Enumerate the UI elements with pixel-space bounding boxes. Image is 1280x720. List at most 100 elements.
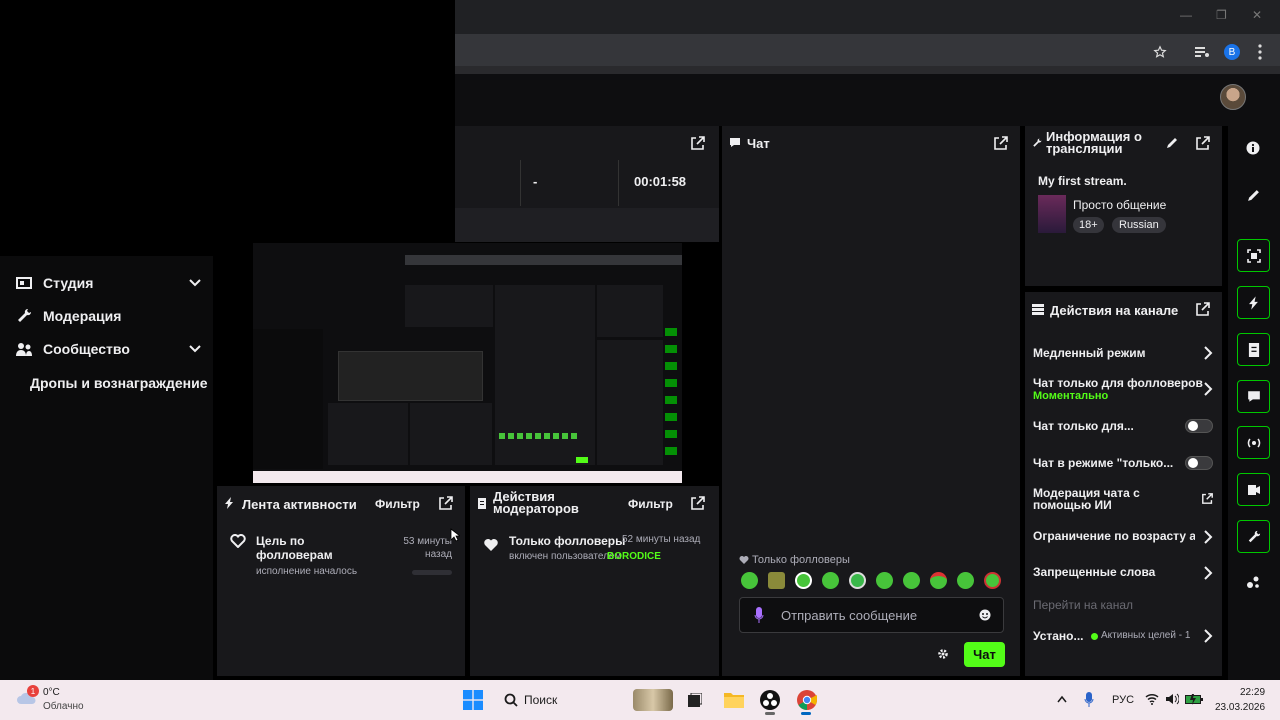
browser-menu-icon[interactable] [1258,44,1262,60]
profile-avatar-button[interactable]: B [1224,44,1240,60]
edit-icon[interactable] [1166,137,1178,149]
row-label: Ограничение по возрасту а [1033,529,1195,543]
mod-event-subtitle: включен пользователем [509,551,622,562]
maximize-button[interactable]: ❐ [1216,8,1227,22]
file-explorer-icon[interactable] [724,690,744,708]
popout-icon[interactable] [1196,302,1210,316]
tag-badge[interactable]: Russian [1112,217,1166,233]
task-view-icon[interactable] [688,693,702,707]
media-control-icon[interactable] [1194,45,1210,59]
mod-event-user[interactable]: BORODICE [607,551,661,562]
stream-manager-button[interactable] [1237,473,1270,506]
stream-timer: 00:01:58 [634,174,687,189]
popout-icon[interactable] [691,136,705,150]
gear-icon[interactable] [937,648,949,660]
emote-8[interactable] [930,572,947,589]
emote-1[interactable] [741,572,758,589]
clock-date[interactable]: 23.03.2026 [1215,702,1265,713]
emote-9[interactable] [957,572,974,589]
popout-icon[interactable] [994,136,1008,150]
search-label: Поиск [524,693,558,707]
clock-time[interactable]: 22:29 [1240,687,1265,698]
battery-icon[interactable] [1185,693,1203,705]
sidebar-item-label: Студия [43,275,94,291]
banned-words-row[interactable]: Запрещенные слова [1033,563,1213,583]
popout-icon[interactable] [1196,136,1210,150]
volume-icon[interactable] [1165,693,1179,705]
close-button[interactable]: ✕ [1252,8,1262,22]
stream-info-title: Информация о трансляции [1046,129,1142,156]
chat-title: Чат [747,136,770,151]
preview-activity [328,403,408,465]
row-label: Чат только для фолловеров [1033,376,1203,390]
chat-mode-label: Только фолловеры [752,554,850,566]
stat-value: - [533,174,538,189]
taskbar-search[interactable]: Поиск [494,686,624,714]
slow-mode-row[interactable]: Медленный режим [1033,343,1213,363]
tag-badge[interactable]: 18+ [1073,217,1104,233]
lightning-icon [225,497,233,509]
notes-button[interactable] [1237,333,1270,366]
sidebar-item-drops[interactable]: Дропы и вознаграждение [30,369,210,397]
activity-feed-title: Лента активности [242,497,357,512]
chevron-right-icon [1204,530,1213,544]
subscribers-only-toggle[interactable] [1185,419,1213,433]
age-restriction-row[interactable]: Ограничение по возрасту а [1033,527,1213,547]
row-label: Чат только для... [1033,419,1134,433]
emote-5[interactable] [849,572,866,589]
ai-moderation-row[interactable]: Модерация чата с помощью ИИ [1033,486,1213,514]
activity-filter-button[interactable]: Фильтр [375,497,420,511]
emote-only-toggle[interactable] [1185,456,1213,470]
emote-4[interactable] [822,572,839,589]
layout-icon[interactable] [1244,573,1262,591]
wifi-icon[interactable] [1145,693,1159,705]
followers-only-row[interactable]: Чат только для фолловеров Моментально [1033,375,1213,403]
emote-10[interactable] [984,572,1001,589]
mod-filter-button[interactable]: Фильтр [628,497,673,511]
chat-button[interactable] [1237,380,1270,413]
weather-badge-count: 1 [30,686,36,696]
go-to-channel-link[interactable]: Перейти на канал [1033,598,1133,612]
preview-taskbar [253,471,682,483]
goals-row[interactable]: Устано... Активных целей - 1 [1033,626,1213,646]
popout-icon[interactable] [691,496,705,510]
moderation-tools-button[interactable] [1237,520,1270,553]
sidebar-item-moderation[interactable]: Модерация [16,302,201,330]
microphone-icon[interactable] [754,607,764,623]
bookmark-star-icon[interactable] [1153,45,1167,59]
language-indicator[interactable]: РУС [1112,694,1134,706]
emote-6[interactable] [876,572,893,589]
minimize-button[interactable]: — [1180,8,1192,22]
broadcast-button[interactable] [1237,426,1270,459]
sidebar-item-studio[interactable]: Студия [16,269,201,297]
microphone-icon[interactable] [1084,692,1094,707]
row-label: Модерация чата с помощью ИИ [1033,486,1140,512]
weather-badge: 1 [27,685,39,697]
sidebar-item-community[interactable]: Сообщество [16,335,201,363]
emote-2[interactable] [768,572,785,589]
external-link-icon [1202,493,1213,504]
stream-title: My first stream. [1038,174,1127,188]
emoji-icon[interactable] [979,609,991,621]
emote-7[interactable] [903,572,920,589]
chrome-icon[interactable] [797,690,817,710]
popout-icon[interactable] [439,496,453,510]
search-icon [504,693,518,707]
windows-start-icon[interactable] [463,690,483,710]
preview-actions [597,340,663,465]
chat-bubble-icon [1247,391,1260,402]
quick-action-button[interactable] [1237,286,1270,319]
info-icon[interactable] [1244,139,1262,157]
avatar[interactable] [1220,84,1246,110]
site-header [455,74,1280,126]
row-label: Устано... [1033,629,1084,643]
sidebar-item-label: Сообщество [43,341,130,357]
obs-icon[interactable] [760,690,780,710]
send-chat-button[interactable]: Чат [964,642,1005,667]
search-highlight-image[interactable] [633,689,673,711]
pencil-icon[interactable] [1244,186,1262,204]
active-app-indicator [801,712,811,715]
chevron-up-icon[interactable] [1057,695,1067,703]
emote-3[interactable] [795,572,812,589]
screenshot-button[interactable] [1237,239,1270,272]
